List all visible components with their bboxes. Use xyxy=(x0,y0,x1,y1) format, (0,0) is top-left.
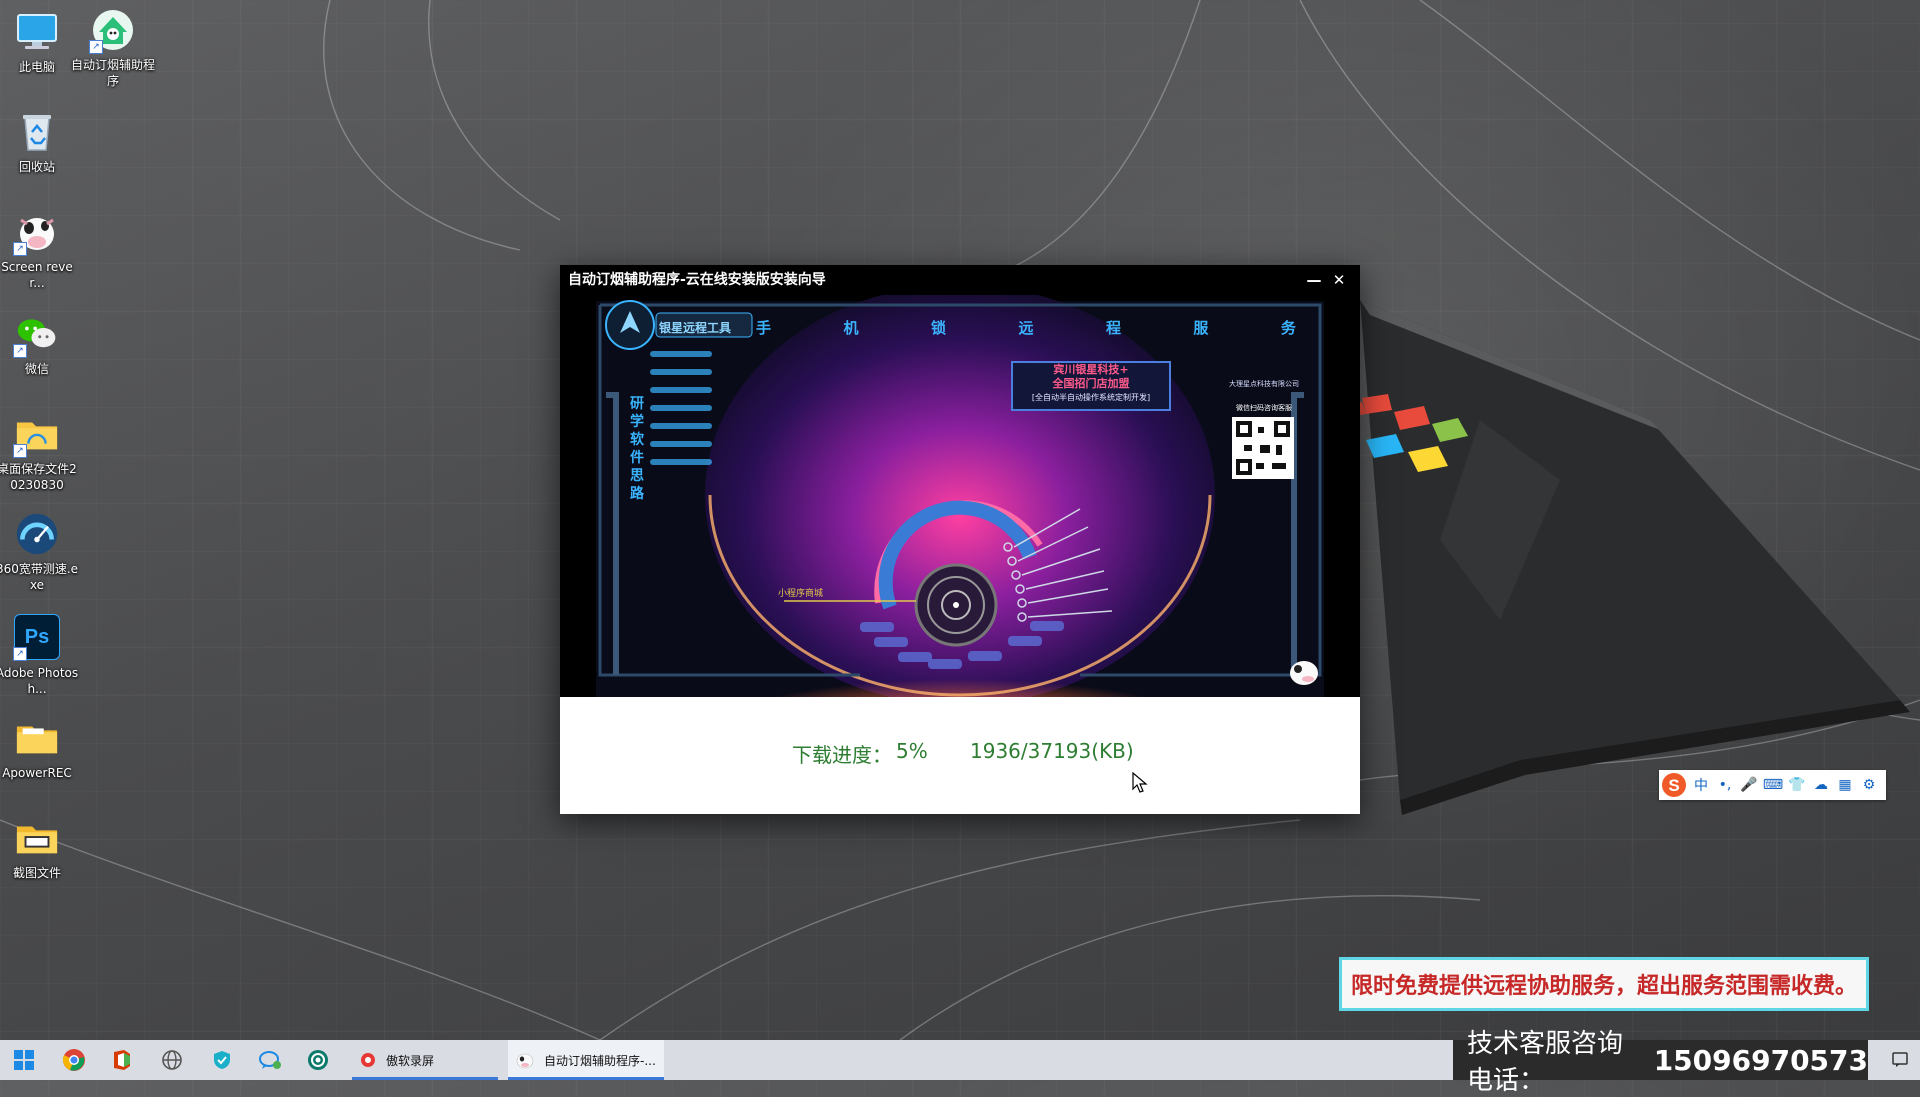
chat-bubble-icon[interactable] xyxy=(246,1040,294,1080)
monitor-icon xyxy=(15,10,59,54)
shortcut-arrow-icon: ↗ xyxy=(13,444,27,458)
shortcut-arrow-icon: ↗ xyxy=(13,647,27,661)
support-phone-label: 技术客服咨询电话： xyxy=(1467,1029,1624,1096)
house-app-icon: ↗ xyxy=(89,8,135,54)
taskbar-task-screen-recorder[interactable]: 傲软录屏 xyxy=(352,1040,498,1080)
ime-cloud-icon[interactable]: ☁ xyxy=(1809,770,1833,800)
qr-label: 微信扫码咨询客服 xyxy=(1236,404,1292,412)
promo-line: 宾川银星科技+ xyxy=(1053,363,1129,376)
promo-line: 全国招门店加盟 xyxy=(1052,377,1130,390)
service-notice: 限时免费提供远程协助服务，超出服务范围需收费。 xyxy=(1339,957,1869,1011)
ime-toolbox-icon[interactable]: ▦ xyxy=(1833,770,1857,800)
folder-icon xyxy=(15,816,59,860)
download-progress-label: 下载进度： xyxy=(792,743,892,767)
start-button[interactable] xyxy=(0,1040,48,1080)
desktop-icon-recycle-bin[interactable]: 回收站 xyxy=(0,110,80,175)
installer-banner: 银星远程工具 手 机 锁 远 程 服 务 研 学 软 件 思 路 宾川银星科技+… xyxy=(560,295,1360,697)
ime-microphone-icon[interactable]: 🎤 xyxy=(1737,770,1761,800)
headline-char: 手 xyxy=(756,319,772,337)
vertical-char: 软 xyxy=(630,432,644,448)
taskbar-task-installer[interactable]: 自动订烟辅助程序-... xyxy=(508,1040,664,1080)
vertical-char: 件 xyxy=(630,450,644,466)
banner-artwork xyxy=(596,295,1324,697)
laptop-sculpture xyxy=(1360,300,1900,800)
office-icon[interactable] xyxy=(98,1040,146,1080)
close-button[interactable]: ✕ xyxy=(1326,269,1352,291)
desktop-icon-apowerrec[interactable]: ApowerREC xyxy=(0,716,80,781)
desktop-icon-screenshots[interactable]: 截图文件 xyxy=(0,816,80,881)
chrome-icon[interactable] xyxy=(50,1040,98,1080)
headline-char: 务 xyxy=(1280,319,1296,337)
folder-icon: ↗ xyxy=(13,412,59,458)
speedometer-icon xyxy=(15,512,59,556)
headline-char: 机 xyxy=(843,319,859,337)
ime-punctuation-icon[interactable]: •, xyxy=(1713,770,1737,800)
headline-char: 远 xyxy=(1018,319,1034,337)
ime-skin-icon[interactable]: 👕 xyxy=(1785,770,1809,800)
support-phone-banner: 技术客服咨询电话： 15096970573 xyxy=(1453,1029,1868,1096)
headline-char: 锁 xyxy=(930,319,946,337)
cow-mascot-icon xyxy=(516,1053,534,1069)
browser-globe-icon[interactable] xyxy=(148,1040,196,1080)
settings-gear-icon[interactable] xyxy=(294,1040,342,1080)
vertical-char: 学 xyxy=(630,414,644,430)
desktop-icon-desktop-backup[interactable]: ↗ 桌面保存文件20230830 xyxy=(0,412,80,493)
download-progress-percent: 5% xyxy=(896,739,928,763)
installer-window: 自动订烟辅助程序-云在线安装版安装向导 — ✕ 银星远程工具 手 机 锁 远 程… xyxy=(560,265,1360,814)
promo-line: [全自动半自动操作系统定制开发] xyxy=(1031,393,1151,402)
shortcut-arrow-icon: ↗ xyxy=(13,344,27,358)
notification-icon xyxy=(1892,1052,1908,1067)
desktop-icon-this-pc[interactable]: 此电脑 xyxy=(0,10,80,75)
service-notice-text: 限时免费提供远程协助服务，超出服务范围需收费。 xyxy=(1350,974,1857,999)
shortcut-arrow-icon: ↗ xyxy=(13,242,27,256)
ime-keyboard-icon[interactable]: ⌨ xyxy=(1761,770,1785,800)
photoshop-icon: Ps ↗ xyxy=(13,614,60,661)
mini-program-label: 小程序商城 xyxy=(778,589,824,599)
cow-mascot-icon: ↗ xyxy=(13,210,59,256)
ime-chinese-mode[interactable]: 中 xyxy=(1689,770,1713,800)
banner-vertical-text: 研 学 软 件 思 路 xyxy=(628,395,646,503)
banner-promo: 宾川银星科技+ 全国招门店加盟 [全自动半自动操作系统定制开发] xyxy=(1012,363,1170,405)
folder-icon xyxy=(15,716,59,760)
banner-tool-name: 银星远程工具 xyxy=(659,321,732,335)
minimize-button[interactable]: — xyxy=(1301,269,1327,291)
support-phone-number: 15096970573 xyxy=(1653,1043,1868,1077)
installer-progress-area: 下载进度： 5% 1936/37193(KB) xyxy=(560,697,1360,814)
notification-center-button[interactable] xyxy=(1880,1040,1920,1080)
svg-text:S: S xyxy=(1668,776,1679,795)
wechat-icon: ↗ xyxy=(13,312,59,358)
taskbar-task-label: 傲软录屏 xyxy=(386,1053,435,1068)
banner-headline: 手 机 锁 远 程 服 务 xyxy=(756,317,1296,338)
desktop-icon-photoshop[interactable]: Ps ↗ Adobe Photosh... xyxy=(0,614,80,697)
desktop-icon-360-speedtest[interactable]: 360宽带测速.exe xyxy=(0,512,80,593)
shield-icon[interactable] xyxy=(198,1040,246,1080)
desktop-icon-auto-order[interactable]: ↗ 自动订烟辅助程序 xyxy=(70,8,156,89)
headline-char: 服 xyxy=(1193,319,1209,337)
vertical-char: 研 xyxy=(630,396,644,412)
headline-char: 程 xyxy=(1105,319,1121,337)
shortcut-arrow-icon: ↗ xyxy=(89,40,103,54)
windows-logo-icon xyxy=(14,1050,34,1070)
taskbar-task-label: 自动订烟辅助程序-... xyxy=(544,1053,656,1068)
vertical-char: 路 xyxy=(630,486,644,502)
desktop-icons: 此电脑 ↗ 自动订烟辅助程序 回收站 ↗ Screen rever... ↗ 微… xyxy=(0,0,180,1040)
banner-company: 大理星点科技有限公司 xyxy=(1229,380,1299,388)
recycle-bin-icon xyxy=(15,110,59,154)
sogou-logo-icon[interactable]: S xyxy=(1659,770,1689,800)
vertical-char: 思 xyxy=(630,468,644,484)
download-progress-size: 1936/37193(KB) xyxy=(970,739,1134,763)
ime-toolbar: S 中 •, 🎤 ⌨ 👕 ☁ ▦ ⚙ xyxy=(1659,770,1886,800)
installer-title: 自动订烟辅助程序-云在线安装版安装向导 xyxy=(568,272,826,288)
ime-settings-icon[interactable]: ⚙ xyxy=(1857,770,1881,800)
installer-title-bar[interactable]: 自动订烟辅助程序-云在线安装版安装向导 — ✕ xyxy=(560,265,1360,295)
desktop-icon-screen-recorder[interactable]: ↗ Screen rever... xyxy=(0,210,80,291)
mouse-cursor-icon xyxy=(1132,772,1148,793)
record-icon xyxy=(361,1053,375,1067)
desktop-icon-wechat[interactable]: ↗ 微信 xyxy=(0,312,80,377)
